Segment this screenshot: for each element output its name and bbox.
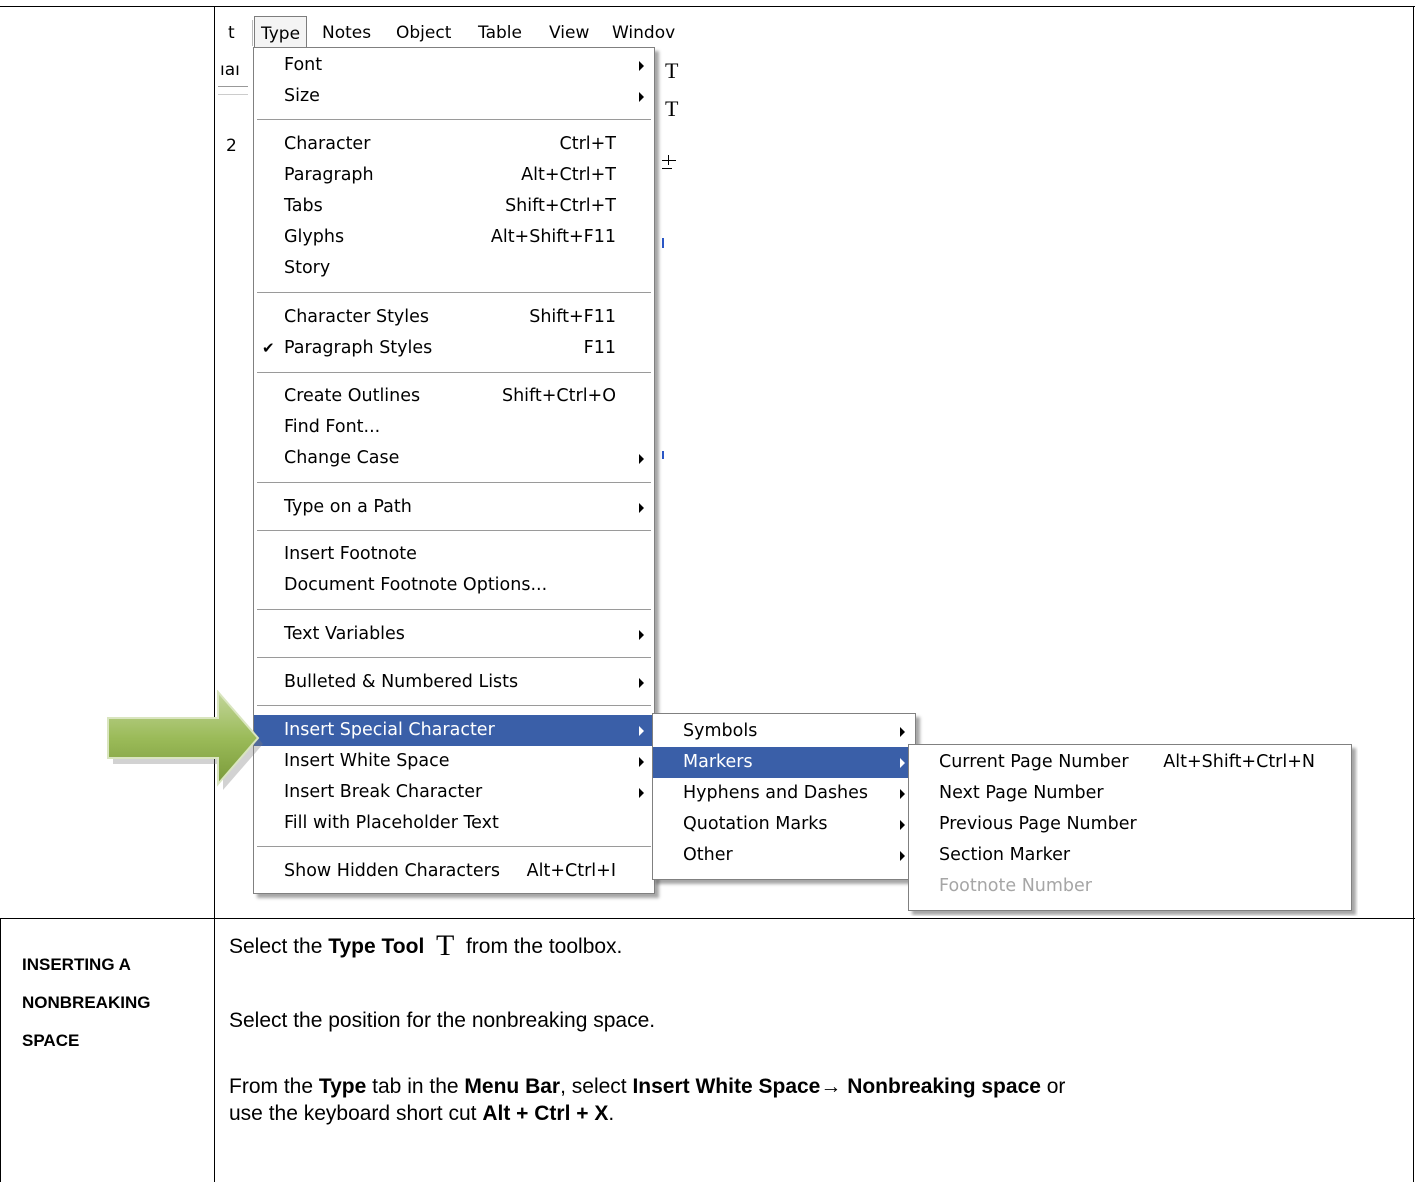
bg-T-glyph: T: [665, 58, 679, 83]
menu-item-character-styles[interactable]: Character Styles Shift+F11: [254, 302, 654, 333]
submenu-arrow-icon: [900, 820, 905, 830]
menu-item-size[interactable]: Size: [254, 81, 654, 112]
submenu-arrow-icon: [639, 757, 644, 767]
submenu-arrow-icon: [639, 61, 644, 71]
menu-item-hyphens-dashes[interactable]: Hyphens and Dashes: [653, 778, 915, 809]
submenu-arrow-icon: [900, 851, 905, 861]
table-left-border: [0, 918, 1, 1182]
submenu-arrow-icon: [900, 789, 905, 799]
menu-item-section-marker[interactable]: Section Marker: [909, 840, 1351, 871]
menu-item-bulleted-lists[interactable]: Bulleted & Numbered Lists: [254, 667, 654, 698]
submenu-arrow-icon: [900, 758, 905, 768]
submenu-arrow-icon: [639, 788, 644, 798]
menu-item-text-variables[interactable]: Text Variables: [254, 619, 654, 650]
menu-item-insert-white-space[interactable]: Insert White Space: [254, 746, 654, 777]
submenu-arrow-icon: [900, 727, 905, 737]
menu-item-character[interactable]: Character Ctrl+T: [254, 129, 654, 160]
markers-submenu: Current Page Number Alt+Shift+Ctrl+N Next…: [908, 744, 1352, 911]
menu-item-show-hidden-characters[interactable]: Show Hidden Characters Alt+Ctrl+I: [254, 856, 654, 887]
table-column-divider: [214, 6, 215, 1182]
type-menu: Font Size Character Ctrl+T Paragraph Alt+C…: [253, 47, 655, 894]
menu-item-story[interactable]: Story: [254, 253, 654, 284]
menu-item-type-on-path[interactable]: Type on a Path: [254, 492, 654, 523]
menu-item-paragraph-styles[interactable]: ✔ Paragraph Styles F11: [254, 333, 654, 364]
submenu-arrow-icon: [639, 630, 644, 640]
menu-item-paragraph[interactable]: Paragraph Alt+Ctrl+T: [254, 160, 654, 191]
menu-item-next-page-number[interactable]: Next Page Number: [909, 778, 1351, 809]
menu-item-document-footnote-options[interactable]: Document Footnote Options...: [254, 570, 654, 601]
menu-item-previous-page-number[interactable]: Previous Page Number: [909, 809, 1351, 840]
pointer-arrow-icon: [107, 690, 263, 790]
submenu-arrow-icon: [639, 726, 644, 736]
submenu-arrow-icon: [639, 92, 644, 102]
menu-item-current-page-number[interactable]: Current Page Number Alt+Shift+Ctrl+N: [909, 747, 1351, 778]
menu-item-insert-footnote[interactable]: Insert Footnote: [254, 539, 654, 570]
menu-item-create-outlines[interactable]: Create Outlines Shift+Ctrl+O: [254, 381, 654, 412]
app-screenshot: ıaı 2 T T t Type Notes Object Table View…: [218, 8, 1358, 916]
instruction-step-1: Select the Type Tool T from the toolbox.: [229, 929, 623, 962]
checkmark-icon: ✔: [262, 339, 275, 357]
bg-T-glyph: T: [665, 96, 679, 121]
submenu-arrow-icon: [639, 678, 644, 688]
section-label: SPACE: [22, 1031, 80, 1050]
menu-item-symbols[interactable]: Symbols: [653, 716, 915, 747]
special-character-submenu: Symbols Markers Hyphens and Dashes Quota…: [652, 713, 916, 880]
menu-item-markers[interactable]: Markers: [653, 747, 915, 778]
menu-item-glyphs[interactable]: Glyphs Alt+Shift+F11: [254, 222, 654, 253]
menu-item-change-case[interactable]: Change Case: [254, 443, 654, 474]
instruction-step-2: Select the position for the nonbreaking …: [229, 1009, 656, 1032]
bg-fragment: ıaı: [220, 60, 240, 80]
instruction-step-3: From the Type tab in the Menu Bar, selec…: [229, 1075, 1066, 1125]
table-top-border: [0, 6, 1415, 7]
section-label: INSERTING A: [22, 955, 131, 974]
menu-item-insert-break-character[interactable]: Insert Break Character: [254, 777, 654, 808]
menu-item-tabs[interactable]: Tabs Shift+Ctrl+T: [254, 191, 654, 222]
type-tool-icon: T: [435, 929, 455, 962]
arrow-right-icon: →: [820, 1075, 842, 1098]
menu-item-find-font[interactable]: Find Font...: [254, 412, 654, 443]
menu-item-fill-placeholder-text[interactable]: Fill with Placeholder Text: [254, 808, 654, 839]
menu-item-footnote-number: Footnote Number: [939, 876, 1093, 896]
menu-item-insert-special-character[interactable]: Insert Special Character: [254, 715, 654, 746]
submenu-arrow-icon: [639, 503, 644, 513]
menu-bar-item-edit[interactable]: t: [222, 14, 241, 52]
menu-item-font[interactable]: Font: [254, 50, 654, 81]
table-row-divider: [0, 918, 1415, 919]
bg-ruler-fragment: 2: [226, 136, 237, 156]
menu-item-quotation-marks[interactable]: Quotation Marks: [653, 809, 915, 840]
menu-item-other[interactable]: Other: [653, 840, 915, 871]
table-right-border: [1413, 6, 1414, 1182]
submenu-arrow-icon: [639, 454, 644, 464]
section-label: NONBREAKING: [22, 993, 151, 1012]
